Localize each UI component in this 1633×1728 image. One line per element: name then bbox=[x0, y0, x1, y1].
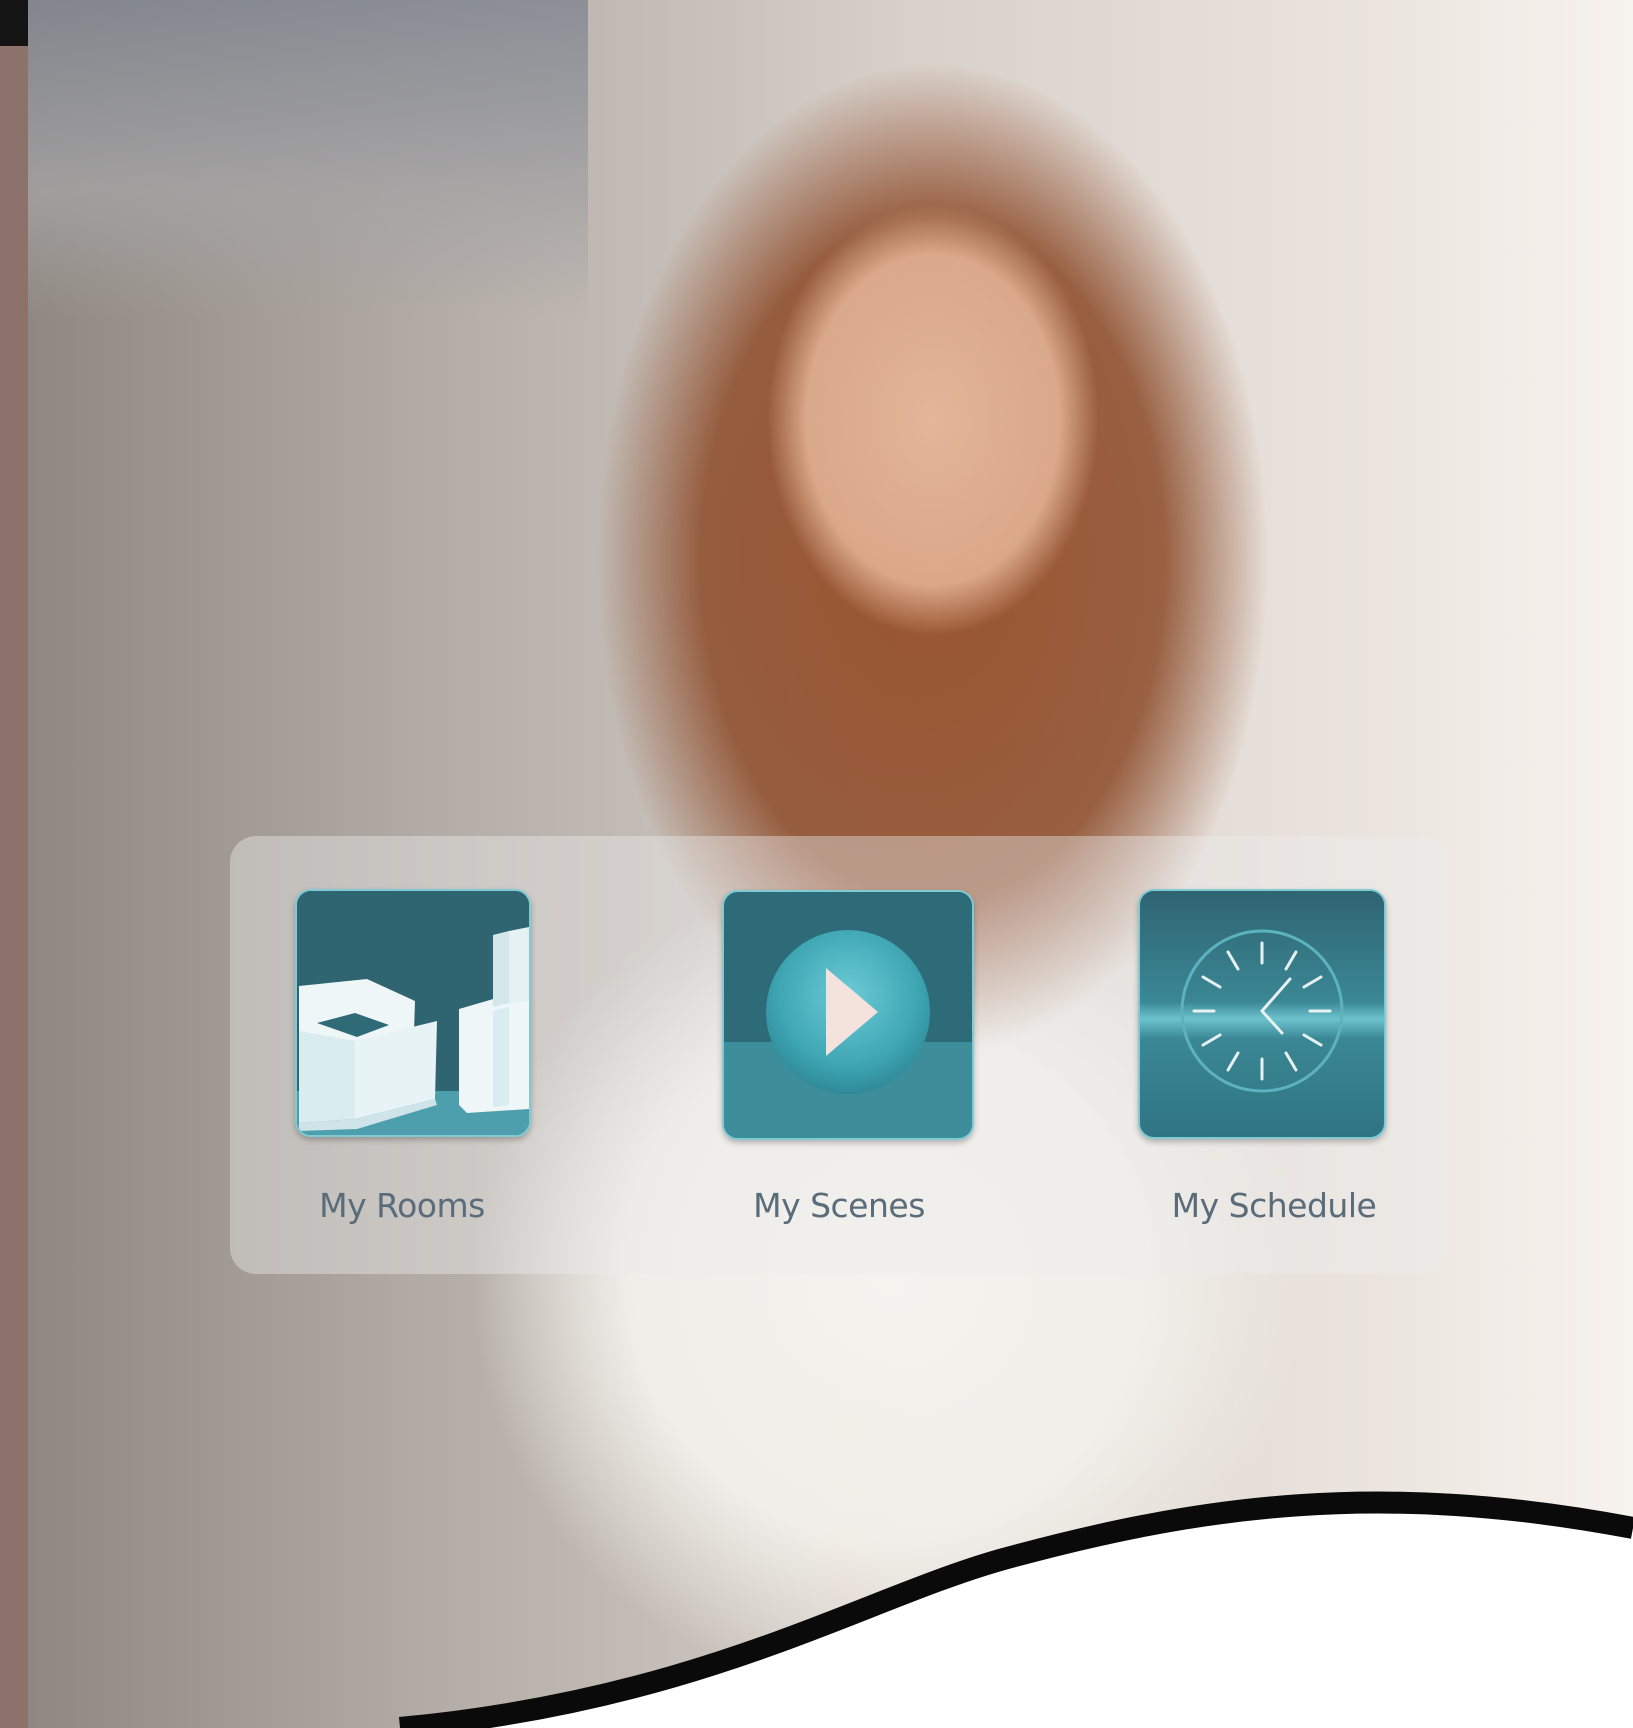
bottom-wave-decoration bbox=[398, 1491, 1633, 1728]
app-screen: My Rooms My Scenes My Schedule bbox=[0, 0, 1633, 1728]
